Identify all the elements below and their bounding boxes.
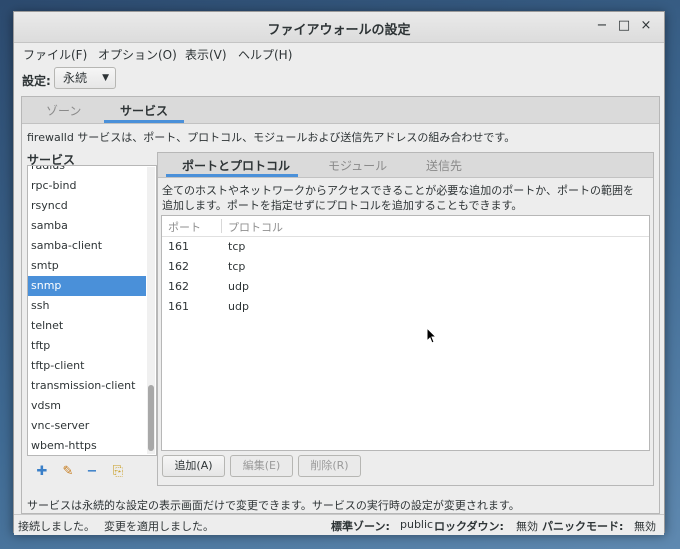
protocol-cell: tcp [228, 260, 246, 273]
title-bar[interactable]: ファイアウォールの設定 − □ × [14, 12, 664, 43]
config-value: 永続 [63, 71, 88, 85]
default-zone-value: public [400, 518, 434, 531]
main-tab-strip: ゾーン サービス [22, 97, 659, 124]
services-scroll-thumb[interactable] [148, 385, 154, 451]
remove-service-icon[interactable]: − [83, 463, 101, 481]
list-item[interactable]: samba-client [28, 236, 146, 256]
services-scrollbar[interactable] [147, 167, 155, 454]
menu-options[interactable]: オプション(O) [98, 46, 177, 63]
ports-description: 全てのホストやネットワークからアクセスできることが必要な追加のポートか、ポートの… [162, 183, 647, 213]
minimize-button[interactable]: − [594, 18, 610, 34]
window-title: ファイアウォールの設定 [267, 23, 411, 38]
config-dropdown[interactable]: 永続 ▼ [54, 67, 116, 89]
menu-help[interactable]: ヘルプ(H) [238, 46, 292, 63]
mouse-cursor-icon [427, 328, 437, 344]
list-item[interactable]: telnet [28, 316, 146, 336]
remove-port-button[interactable]: 削除(R) [298, 455, 361, 477]
port-cell: 161 [168, 300, 189, 313]
menu-view[interactable]: 表示(V) [185, 46, 227, 63]
ports-table[interactable]: ポート プロトコル 161 tcp 162 tcp 162 udp 161 ud… [161, 215, 650, 451]
protocol-cell: udp [228, 280, 249, 293]
service-detail-notebook: ポートとプロトコル モジュール 送信先 全てのホストやネットワークからアクセスで… [157, 152, 654, 486]
lockdown-label: ロックダウン: [434, 520, 504, 533]
protocol-cell: tcp [228, 240, 246, 253]
column-port[interactable]: ポート [168, 219, 201, 235]
ports-table-header: ポート プロトコル [162, 216, 649, 237]
tab-ports-protocols[interactable]: ポートとプロトコル [182, 157, 290, 174]
list-item[interactable]: rsyncd [28, 196, 146, 216]
list-item[interactable]: tftp [28, 336, 146, 356]
add-port-button[interactable]: 追加(A) [162, 455, 225, 477]
list-item[interactable]: rpc-bind [28, 176, 146, 196]
list-item[interactable]: radius [28, 166, 146, 176]
port-cell: 162 [168, 260, 189, 273]
table-row[interactable]: 161 tcp [162, 236, 649, 256]
port-cell: 162 [168, 280, 189, 293]
list-item[interactable]: vnc-server [28, 416, 146, 436]
lockdown-value: 無効 [516, 520, 538, 533]
services-description: firewalld サービスは、ポート、プロトコル、モジュールおよび送信先アドレ… [27, 131, 516, 144]
menu-bar: ファイル(F) オプション(O) 表示(V) ヘルプ(H) [14, 43, 664, 65]
port-cell: 161 [168, 240, 189, 253]
column-divider [221, 219, 222, 233]
services-edit-note: サービスは永続的な設定の表示画面だけで変更できます。サービスの実行時の設定が変更… [27, 499, 520, 512]
status-applied: 変更を適用しました。 [104, 520, 214, 533]
list-item[interactable]: wbem-https [28, 436, 146, 455]
add-service-icon[interactable]: ✚ [33, 463, 51, 481]
tab-services[interactable]: サービス [120, 102, 168, 119]
main-notebook: ゾーン サービス firewalld サービスは、ポート、プロトコル、モジュール… [21, 96, 660, 514]
ports-description-line-1: 全てのホストやネットワークからアクセスできることが必要な追加のポートか、ポートの… [162, 184, 635, 197]
panic-mode-value: 無効 [634, 520, 656, 533]
default-zone-label: 標準ゾーン: [331, 520, 390, 533]
table-row[interactable]: 162 tcp [162, 256, 649, 276]
list-item[interactable]: ssh [28, 296, 146, 316]
panic-mode-label: パニックモード: [542, 520, 624, 533]
chevron-down-icon: ▼ [102, 73, 109, 83]
list-item[interactable]: transmission-client [28, 376, 146, 396]
services-list[interactable]: wbem-https vnc-server vdsm transmission-cli… [27, 165, 157, 456]
status-connection: 接続しました。 [18, 520, 95, 533]
list-item[interactable]: samba [28, 216, 146, 236]
table-row[interactable]: 162 udp [162, 276, 649, 296]
list-item[interactable]: smtp [28, 256, 146, 276]
status-bar: 接続しました。 変更を適用しました。 標準ゾーン: public ロックダウン:… [14, 514, 664, 535]
column-protocol[interactable]: プロトコル [228, 219, 283, 235]
load-defaults-icon[interactable]: ⎘ [109, 463, 127, 481]
protocol-cell: udp [228, 300, 249, 313]
table-row[interactable]: 161 udp [162, 296, 649, 316]
edit-port-button[interactable]: 編集(E) [230, 455, 293, 477]
list-item[interactable]: vdsm [28, 396, 146, 416]
edit-service-icon[interactable]: ✎ [59, 463, 77, 481]
tab-modules[interactable]: モジュール [328, 157, 387, 174]
tab-destination[interactable]: 送信先 [426, 157, 462, 174]
tab-zones[interactable]: ゾーン [46, 102, 81, 119]
inner-tab-strip: ポートとプロトコル モジュール 送信先 [158, 153, 653, 178]
active-tab-indicator [104, 120, 184, 123]
list-item[interactable]: snmp [28, 276, 146, 296]
active-inner-tab-indicator [166, 174, 298, 177]
maximize-button[interactable]: □ [616, 18, 632, 34]
close-button[interactable]: × [638, 18, 654, 34]
config-label: 設定: [22, 74, 51, 88]
firewall-config-window: ファイアウォールの設定 − □ × ファイル(F) オプション(O) 表示(V)… [13, 11, 665, 535]
menu-file[interactable]: ファイル(F) [23, 46, 87, 63]
services-toolbar: ✚ ✎ − ⎘ [27, 461, 157, 483]
ports-description-line-2: 追加します。ポートを指定せずにプロトコルを追加することもできます。 [162, 199, 523, 212]
list-item[interactable]: tftp-client [28, 356, 146, 376]
